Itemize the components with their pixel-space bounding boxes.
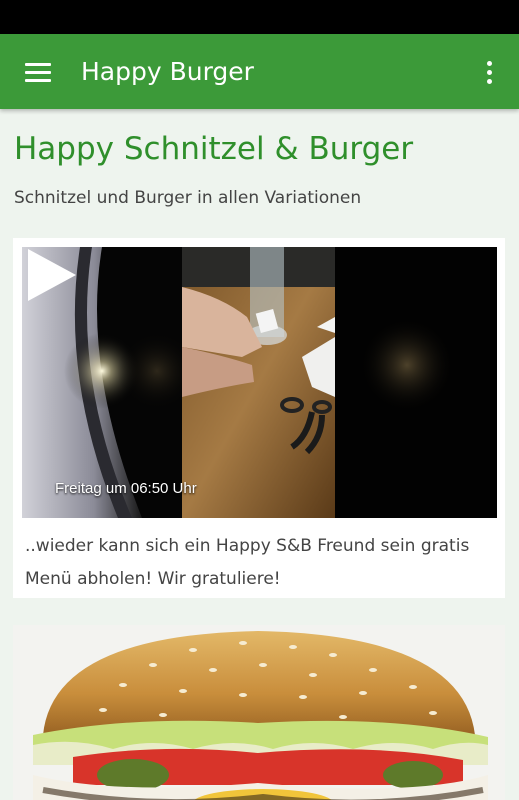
menu-line bbox=[25, 78, 51, 82]
more-vert-icon[interactable] bbox=[475, 54, 503, 90]
play-icon[interactable] bbox=[22, 247, 78, 303]
dot bbox=[486, 69, 492, 75]
page-title: Happy Schnitzel & Burger bbox=[14, 131, 414, 167]
menu-line bbox=[25, 70, 51, 74]
post-text: ..wieder kann sich ein Happy S&B Freund … bbox=[25, 536, 470, 589]
dot bbox=[486, 60, 492, 66]
video-timestamp: Freitag um 06:50 Uhr bbox=[55, 480, 197, 497]
app-bar: Happy Burger bbox=[0, 34, 519, 109]
post-card-image bbox=[13, 625, 505, 800]
app-title: Happy Burger bbox=[81, 57, 254, 86]
burger-photo[interactable] bbox=[13, 625, 505, 800]
dot bbox=[486, 78, 492, 84]
post-card-video: Freitag um 06:50 Uhr ..wieder kann sich … bbox=[13, 238, 505, 598]
status-bar bbox=[0, 0, 519, 34]
video-thumbnail bbox=[22, 247, 497, 518]
menu-line bbox=[25, 62, 51, 66]
video-player[interactable]: Freitag um 06:50 Uhr bbox=[22, 247, 497, 518]
hamburger-menu-icon[interactable] bbox=[14, 52, 62, 92]
page-subtitle: Schnitzel und Burger in allen Variatione… bbox=[14, 188, 362, 208]
